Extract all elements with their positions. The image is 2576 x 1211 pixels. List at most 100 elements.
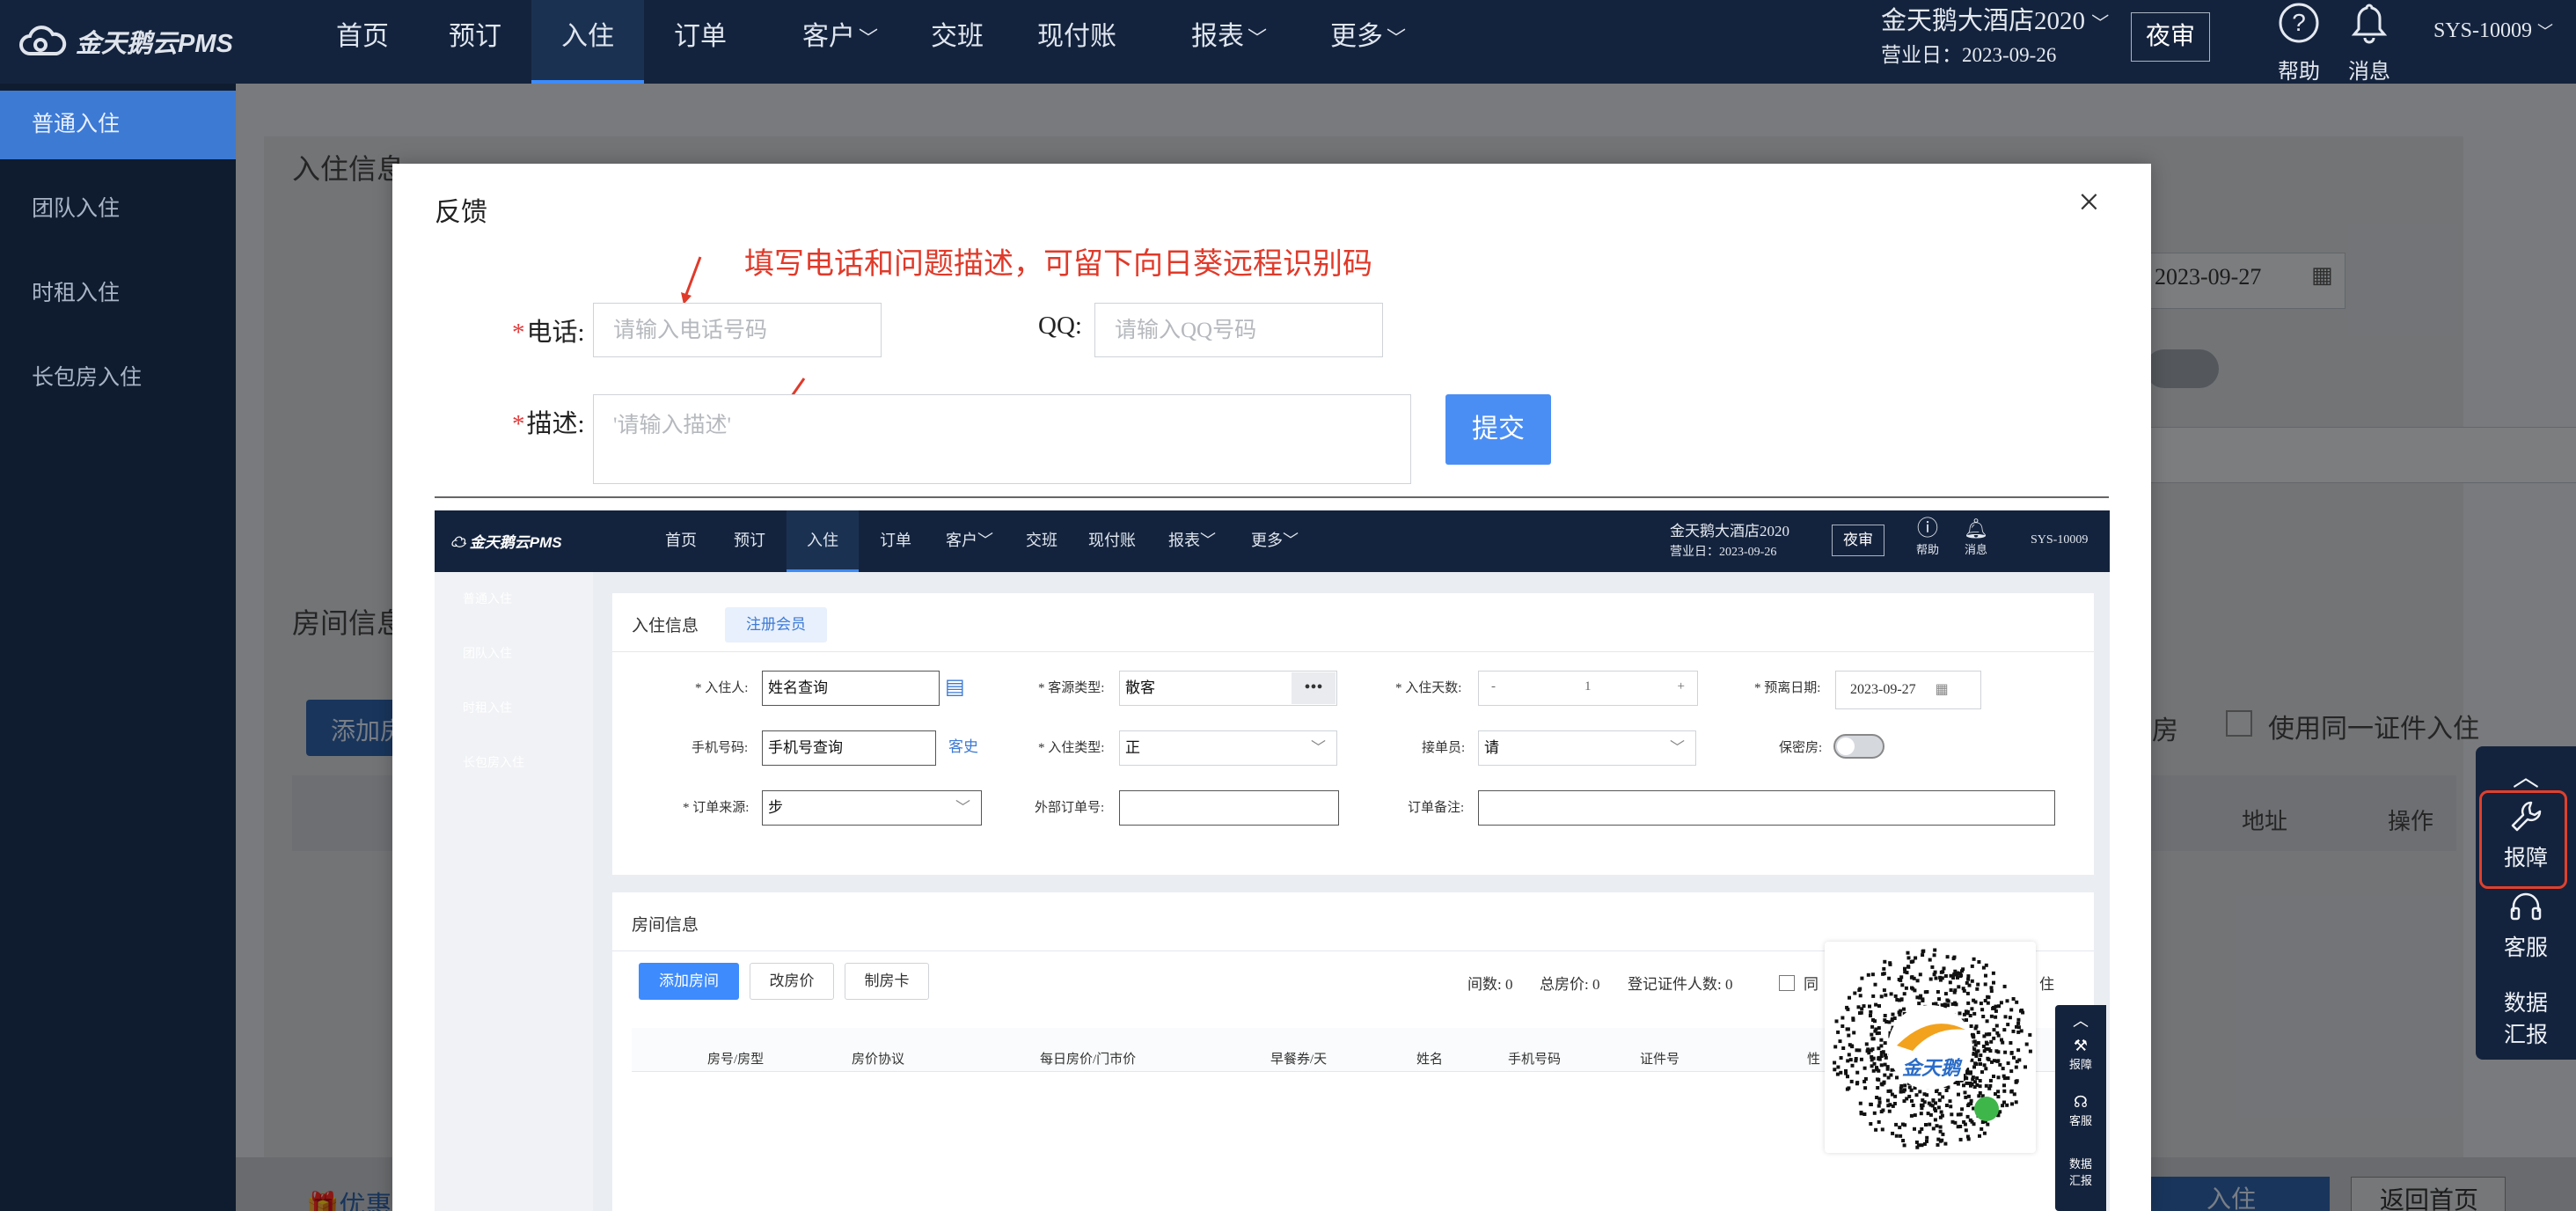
nav-reports[interactable]: 报表 ﹀ [1163,0,1295,84]
shot-nav-reports: 报表﹀ [1168,532,1216,549]
shot-label: * 入住类型: [1038,741,1105,755]
scroll-top-button[interactable]: ︿ [2476,755,2576,794]
sidebar-item-longstay-checkin[interactable]: 长包房入住 [0,344,236,413]
hotel-selector[interactable]: 金天鹅大酒店2020 ﹀ 营业日：2023-09-26 [1881,4,2109,70]
data-report-button[interactable]: 数据 汇报 [2476,986,2576,1049]
shot-top-bar: ☁ 金天鹅云PMS 首页 预订 入住 订单 客户﹀ 交班 现付账 报表﹀ 更多﹀… [435,510,2110,572]
shot-label: * 预离日期: [1754,681,1821,695]
shot-guest-input: 姓名查询 [762,671,940,706]
sidebar-item-hourly-checkin[interactable]: 时租入住 [0,260,236,328]
shot-make-card-button: 制房卡 [845,963,929,1000]
chevron-down-icon: ﹀ [2091,14,2110,33]
submit-button[interactable]: 提交 [1445,394,1551,465]
wrench-icon: ⚒ [2073,1037,2089,1054]
description-textarea[interactable]: '请输入描述' [593,394,1411,484]
shot-side-item: 普通入住 [463,593,512,606]
sidebar: 普通入住 团队入住 时租入住 长包房入住 [0,84,236,1211]
description-label: *描述: [512,410,585,438]
nav-shift[interactable]: 交班 [915,0,999,84]
shot-nav-shift: 交班 [1026,532,1057,549]
shot-label: * 入住人: [695,681,749,695]
nav-checkin[interactable]: 入住 [531,0,644,84]
shot-secret-toggle [1833,734,1884,759]
qr-brand-text: 金天鹅 [1899,1053,1965,1081]
messages-button[interactable]: 消息 [2338,0,2400,84]
headset-icon: ☊ [2074,1093,2088,1111]
shot-total-price: 总房价: 0 [1540,976,1600,993]
shot-checkbox [1779,975,1795,991]
shot-register-member: 注册会员 [725,607,827,642]
nav-cash-account[interactable]: 现付账 [1024,0,1130,84]
chevron-up-icon: ︿ [2513,763,2539,792]
shot-order-source-select: 步 ﹀ [762,790,982,826]
night-audit-button[interactable]: 夜审 [2131,12,2210,62]
shot-float-rail: ︿ ⚒ 报障 ☊ 客服 数据 汇报 [2055,1005,2106,1211]
close-icon[interactable]: × [2078,183,2100,222]
bell-icon: 🔔︎ [1964,517,1988,539]
shot-label: 接单员: [1422,741,1466,755]
shot-col: 姓名 [1416,1053,1444,1067]
shot-checkin-title: 入住信息 [632,617,699,635]
shot-add-room-button: 添加房间 [639,963,739,1000]
shot-nav-booking: 预订 [734,532,765,549]
hotel-name: 金天鹅大酒店2020 [1881,7,2086,35]
shot-hotel: 金天鹅大酒店2020 营业日：2023-09-26 [1670,523,1789,559]
shot-ext-order-input [1119,790,1339,826]
chevron-down-icon: ﹀ [1247,27,1267,49]
sidebar-item-group-checkin[interactable]: 团队入住 [0,175,236,244]
shot-col: 早餐券/天 [1270,1053,1328,1067]
shot-id-count: 登记证件人数: 0 [1628,976,1733,993]
shot-phone-input: 手机号查询 [762,730,936,766]
id-card-icon: ▤ [945,676,965,699]
shot-side-item: 长包房入住 [463,757,524,770]
shot-label: 手机号码: [692,741,749,755]
business-day: 营业日：2023-09-26 [1881,44,2057,66]
shot-receptionist-select: 请 ﹀ [1478,730,1696,766]
shot-room-title: 房间信息 [632,916,699,935]
chevron-down-icon: ﹀ [1670,739,1685,756]
help-button[interactable]: ? 帮助 [2268,0,2330,84]
shot-label: * 入住天数: [1395,681,1462,695]
shot-col: 手机号码 [1508,1053,1562,1067]
report-highlight-box [2479,790,2567,889]
customer-service-button[interactable]: 客服 [2476,891,2576,962]
attached-screenshot: ☁ 金天鹅云PMS 首页 预订 入住 订单 客户﹀ 交班 现付账 报表﹀ 更多﹀… [435,510,2110,1211]
divider [435,496,2109,498]
shot-history-link: 客史 [948,738,978,755]
shot-label: * 客源类型: [1038,681,1105,695]
shot-leave-date: 2023-09-27 ▦ [1835,671,1981,709]
shot-col: 性 [1807,1053,1821,1067]
shot-help: ⓘ 帮助 [1916,517,1940,556]
shot-rail-report: ⚒ 报障 [2055,1037,2106,1072]
shot-col: 房价协议 [852,1053,905,1067]
shot-rail-data: 数据 汇报 [2068,1157,2092,1187]
chevron-down-icon: ﹀ [955,799,970,816]
sidebar-item-normal-checkin[interactable]: 普通入住 [0,91,236,159]
shot-user: SYS-10009 [2031,533,2089,547]
shot-days-stepper: -1 + [1478,671,1698,706]
app-logo: 金天鹅云PMS [18,19,233,63]
shot-sidebar: 普通入住 团队入住 时租入住 长包房入住 [435,572,593,1211]
shot-nav-customers: 客户﹀ [946,532,993,549]
phone-input[interactable]: 请输入电话号码 [593,303,882,357]
nav-customers[interactable]: 客户 ﹀ [774,0,906,84]
shot-divider [612,651,2094,652]
shot-nav-orders: 订单 [880,532,911,549]
qq-input[interactable]: 请输入QQ号码 [1094,303,1383,357]
bell-icon [2351,4,2388,44]
svg-text:?: ? [2292,9,2306,36]
nav-more[interactable]: 更多 ﹀ [1302,0,1434,84]
phone-label: *电话: [512,319,585,347]
help-icon: ⓘ [1917,517,1938,540]
nav-booking[interactable]: 预订 [433,0,517,84]
nav-orders[interactable]: 订单 [658,0,743,84]
nav-home[interactable]: 首页 [320,0,405,84]
shot-logo: ☁ 金天鹅云PMS [450,534,562,551]
shot-col: 证件号 [1640,1053,1680,1067]
shot-label: * 订单来源: [683,801,750,815]
chevron-down-icon: ﹀ [1386,27,1406,49]
calendar-icon: ▦ [1935,682,1949,697]
shot-col: 每日房价/门市价 [1040,1053,1137,1067]
user-menu[interactable]: SYS-10009 ﹀ [2433,19,2553,43]
shot-messages: 🔔︎ 消息 [1964,517,1988,556]
